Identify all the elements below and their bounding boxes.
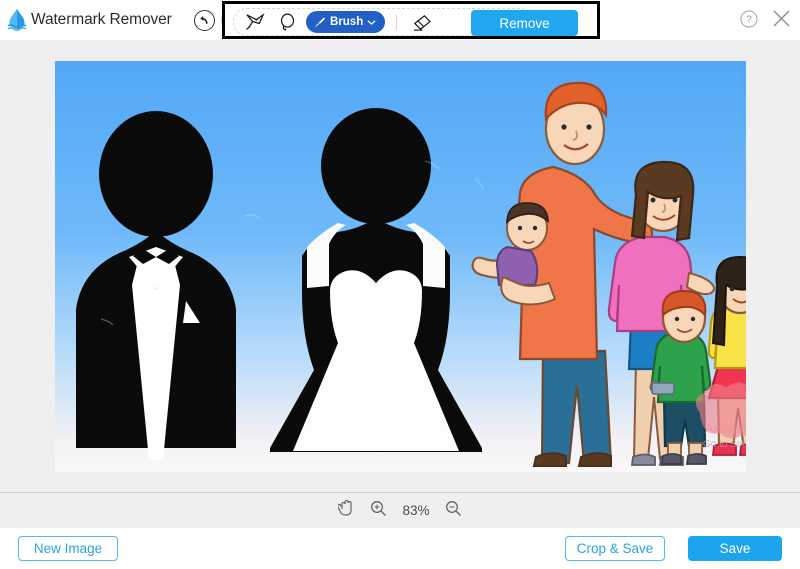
help-circle-icon: ? bbox=[740, 9, 758, 28]
zoom-toolbar: 83% bbox=[0, 492, 800, 528]
zoom-in-icon bbox=[371, 500, 387, 516]
new-image-button[interactable]: New Image bbox=[18, 536, 118, 561]
image-canvas[interactable]: Activate Go to Settings bbox=[55, 61, 746, 472]
toolbar-divider bbox=[396, 14, 398, 30]
paintbrush-icon bbox=[314, 16, 326, 28]
polygon-lasso-icon bbox=[245, 12, 265, 30]
help-button[interactable]: ? bbox=[740, 9, 758, 33]
header-right-controls: ? bbox=[740, 9, 791, 33]
freehand-lasso-tool[interactable] bbox=[272, 9, 302, 35]
eraser-tool[interactable] bbox=[406, 9, 436, 35]
close-button[interactable] bbox=[772, 9, 791, 33]
brush-label: Brush bbox=[330, 16, 364, 28]
zoom-in-button[interactable] bbox=[370, 500, 387, 522]
undo-arrow-icon bbox=[199, 15, 208, 24]
brush-tool-dropdown[interactable]: Brush bbox=[306, 11, 386, 33]
save-button[interactable]: Save bbox=[688, 536, 782, 561]
photo-content: Activate Go to Settings bbox=[76, 81, 746, 467]
hand-pan-icon bbox=[337, 499, 353, 516]
app-header: Watermark Remover Brush Remove ? bbox=[0, 0, 800, 40]
footer-bar: New Image Crop & Save Save bbox=[0, 528, 800, 569]
freehand-lasso-icon bbox=[280, 13, 294, 31]
zoom-out-button[interactable] bbox=[445, 500, 462, 522]
crop-and-save-button[interactable]: Crop & Save bbox=[565, 536, 665, 561]
water-drop-logo bbox=[6, 8, 28, 32]
zoom-out-icon bbox=[445, 500, 461, 516]
bride-silhouette bbox=[270, 108, 482, 452]
canvas-area[interactable]: Activate Go to Settings bbox=[0, 40, 800, 492]
app-title: Watermark Remover bbox=[31, 11, 172, 28]
zoom-level-label: 83% bbox=[402, 503, 430, 518]
brand: Watermark Remover bbox=[6, 8, 172, 32]
svg-text:?: ? bbox=[746, 14, 752, 25]
undo-button[interactable] bbox=[193, 9, 215, 31]
polygon-lasso-tool[interactable] bbox=[240, 9, 270, 35]
close-icon bbox=[773, 10, 790, 27]
chevron-down-icon bbox=[367, 19, 376, 25]
watermark-text-line2: Go to Settings bbox=[703, 439, 746, 450]
toolbar-highlight-box: Brush Remove bbox=[222, 1, 600, 39]
eraser-icon bbox=[413, 14, 431, 31]
remove-button[interactable]: Remove bbox=[471, 10, 578, 36]
pan-tool-button[interactable] bbox=[337, 499, 355, 522]
groom-silhouette bbox=[76, 111, 236, 460]
